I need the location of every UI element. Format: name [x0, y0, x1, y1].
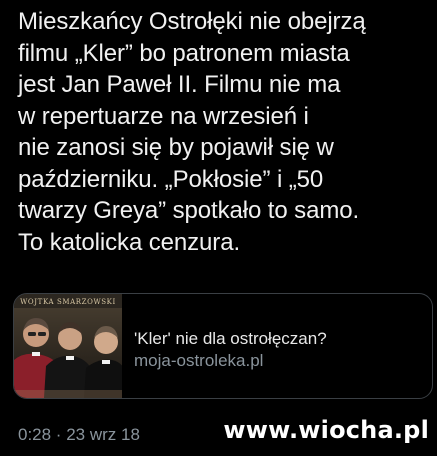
card-info: 'Kler' nie dla ostrołęczan? moja-ostrole…: [134, 328, 424, 372]
site-watermark: www.wiocha.pl: [223, 416, 429, 444]
card-title[interactable]: 'Kler' nie dla ostrołęczan?: [134, 328, 424, 350]
link-preview-card[interactable]: WOJTKA SMARZOWSKI 'Kler' nie dla ostrołę…: [13, 293, 433, 399]
tweet-line: nie zanosi się by pojawił się w: [18, 134, 334, 161]
card-thumbnail: WOJTKA SMARZOWSKI: [14, 294, 122, 398]
tweet-line: Mieszkańcy Ostrołęki nie obejrzą: [18, 8, 366, 35]
card-domain: moja-ostroleka.pl: [134, 351, 264, 370]
tweet-line: w repertuarze na wrzesień i: [18, 102, 309, 130]
tweet-line: październiku. „Pokłosie” i „50: [18, 165, 324, 193]
tweet-line: jest Jan Paweł II. Filmu nie ma: [18, 71, 341, 98]
movie-poster-image: WOJTKA SMARZOWSKI: [14, 294, 122, 398]
tweet-timestamp[interactable]: 0:28 · 23 wrz 18: [18, 424, 140, 446]
tweet-line: To katolicka cenzura.: [18, 228, 241, 256]
poster-caption: WOJTKA SMARZOWSKI: [20, 298, 116, 306]
tweet-text: Mieszkańcy Ostrołęki nie obejrzą filmu „…: [18, 6, 428, 258]
tweet-line: twarzy Greya” spotkało to samo.: [18, 197, 360, 224]
tweet-line: filmu „Kler” bo patronem miasta: [18, 39, 350, 67]
